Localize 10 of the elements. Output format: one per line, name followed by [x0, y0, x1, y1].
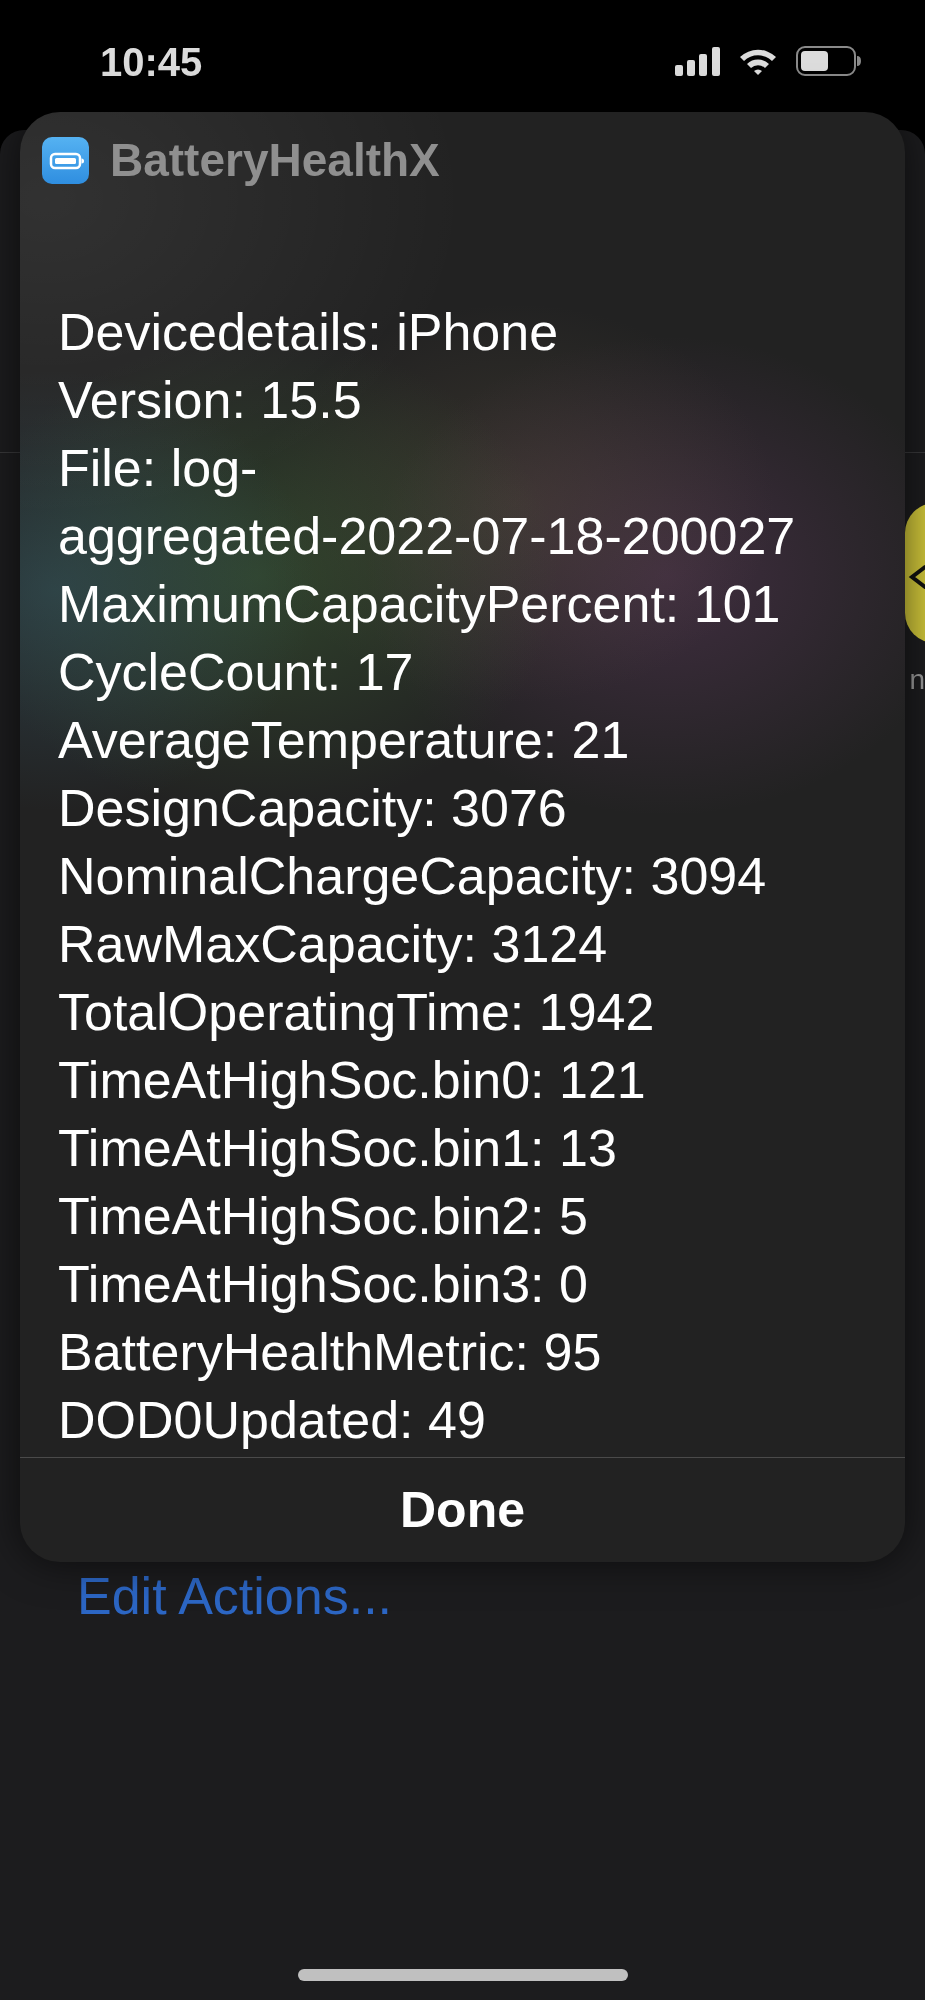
app-label: n — [909, 663, 925, 697]
status-time: 10:45 — [100, 39, 203, 86]
detail-line: Devicedetails: iPhone — [58, 306, 559, 358]
battery-icon — [796, 46, 861, 76]
app-icon — [42, 137, 89, 184]
signal-icon — [675, 46, 720, 76]
done-button[interactable]: Done — [20, 1458, 905, 1562]
wifi-icon — [738, 47, 778, 75]
app-name: BatteryHealthX — [110, 137, 440, 184]
detail-line: Version: 15.5 — [58, 374, 362, 426]
